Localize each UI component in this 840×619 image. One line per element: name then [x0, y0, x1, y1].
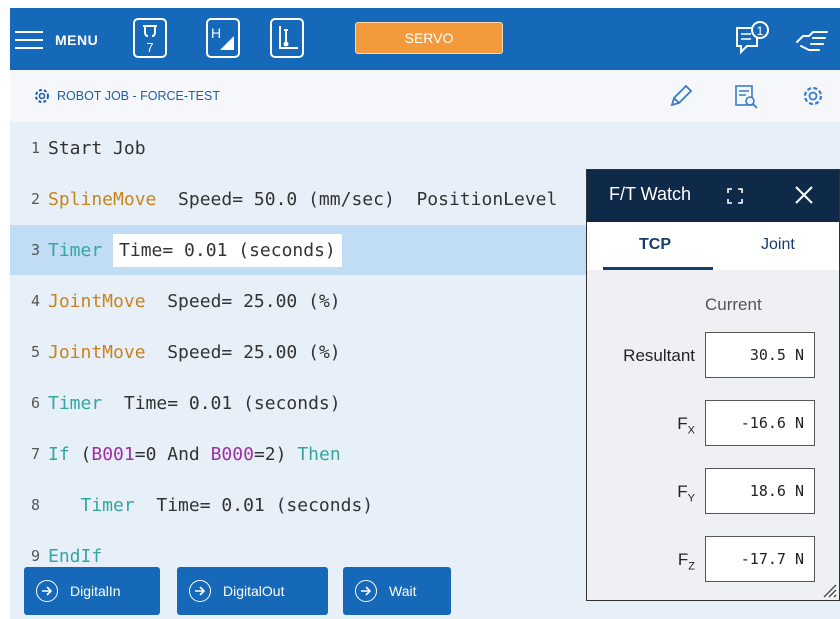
code-token: Timer	[48, 494, 135, 516]
edit-button[interactable]	[668, 83, 694, 109]
fy-label: FY	[677, 482, 695, 505]
line-number: 2	[30, 190, 40, 208]
search-job-button[interactable]	[733, 83, 759, 109]
fz-label: FZ	[677, 550, 695, 573]
code-token: (	[69, 443, 92, 465]
ft-watch-panel: F/T Watch TCP Joint Current Resultant 30…	[586, 169, 840, 601]
wait-label: Wait	[389, 583, 417, 599]
code-token: JointMove	[48, 341, 146, 363]
fx-value: -16.6 N	[705, 400, 815, 446]
svg-text:H: H	[211, 25, 221, 41]
settings-button[interactable]	[800, 83, 826, 109]
expand-icon[interactable]	[727, 188, 743, 204]
menu-button[interactable]: MENU	[15, 26, 98, 54]
job-settings-gear-icon	[35, 89, 49, 103]
message-bubble-icon: 1	[736, 21, 769, 55]
code-token: Speed= 25.00 (%)	[145, 290, 341, 312]
resultant-value: 30.5 N	[705, 332, 815, 378]
job-header-bar: ROBOT JOB - FORCE-TEST	[10, 70, 840, 123]
arrow-in-icon	[36, 580, 58, 602]
code-token: If	[48, 443, 70, 465]
tab-joint[interactable]: Joint	[761, 236, 795, 254]
resultant-label: Resultant	[623, 346, 695, 365]
coordinate-frame-button[interactable]: H	[206, 18, 240, 58]
jog-hand-button[interactable]	[795, 24, 831, 54]
code-token: Speed= 25.00 (%)	[145, 341, 341, 363]
wait-button[interactable]: Wait	[343, 567, 451, 615]
code-token: Start Job	[48, 137, 146, 159]
code-token: EndIf	[48, 545, 103, 567]
hamburger-icon	[15, 30, 43, 50]
breadcrumb[interactable]: ROBOT JOB - FORCE-TEST	[32, 86, 220, 106]
line-number: 3	[30, 241, 40, 259]
code-token: Time= 0.01 (seconds)	[134, 494, 374, 516]
digital-out-button[interactable]: DigitalOut	[177, 567, 328, 615]
code-token: B000	[210, 443, 254, 465]
ft-watch-tabs: TCP Joint	[587, 222, 839, 270]
job-name: ROBOT JOB - FORCE-TEST	[57, 89, 220, 103]
code-token: Timer	[48, 239, 103, 261]
digital-in-button[interactable]: DigitalIn	[24, 567, 160, 615]
menu-label: MENU	[55, 32, 99, 48]
fz-value: -17.7 N	[705, 536, 815, 582]
arrow-wait-icon	[355, 580, 377, 602]
code-token: Time= 0.01 (seconds)	[102, 392, 341, 414]
document-search-icon	[735, 85, 758, 109]
tab-tcp[interactable]: TCP	[639, 236, 671, 254]
code-token: =0 And	[134, 443, 211, 465]
active-tab-indicator	[603, 267, 713, 270]
hand-frame-icon: H	[211, 25, 234, 50]
gripper-tool-icon: 7	[143, 25, 157, 55]
pointing-hand-icon	[796, 31, 828, 51]
code-token: Time= 0.01 (seconds)	[113, 233, 342, 267]
tool-number: 7	[146, 40, 153, 55]
line-number: 7	[30, 445, 40, 463]
line-number: 9	[30, 547, 40, 565]
code-token: =2)	[253, 443, 298, 465]
job-line[interactable]: 1 Start Job	[10, 123, 840, 173]
pencil-icon	[670, 84, 693, 107]
code-token: Speed= 50.0 (mm/sec) PositionLevel	[156, 188, 558, 210]
notification-count: 1	[757, 24, 764, 38]
line-number: 6	[30, 394, 40, 412]
notifications-button[interactable]: 1	[733, 20, 769, 56]
code-token: JointMove	[48, 290, 146, 312]
close-icon[interactable]	[792, 183, 816, 207]
resize-grip-icon[interactable]	[821, 582, 837, 598]
fx-label: FX	[677, 414, 695, 437]
user-frame-icon	[279, 26, 298, 49]
tool-select-button[interactable]: 7	[133, 18, 167, 58]
top-bar: MENU 7 H SERVO 1	[10, 8, 840, 70]
digital-out-label: DigitalOut	[223, 583, 285, 599]
code-token: Timer	[48, 392, 103, 414]
arrow-out-icon	[189, 580, 211, 602]
current-column-label: Current	[705, 295, 762, 314]
code-token: Then	[297, 443, 341, 465]
line-number: 5	[30, 343, 40, 361]
servo-button[interactable]: SERVO	[355, 22, 503, 54]
fy-value: 18.6 N	[705, 468, 815, 514]
ft-watch-header: F/T Watch	[587, 170, 839, 222]
digital-in-label: DigitalIn	[70, 583, 121, 599]
line-number: 4	[30, 292, 40, 310]
code-token: SplineMove	[48, 188, 157, 210]
line-number: 1	[30, 139, 40, 157]
user-frame-button[interactable]	[270, 18, 304, 58]
ft-watch-title: F/T Watch	[609, 184, 692, 204]
gear-icon	[803, 86, 823, 106]
code-token: B001	[91, 443, 135, 465]
line-number: 8	[30, 496, 40, 514]
